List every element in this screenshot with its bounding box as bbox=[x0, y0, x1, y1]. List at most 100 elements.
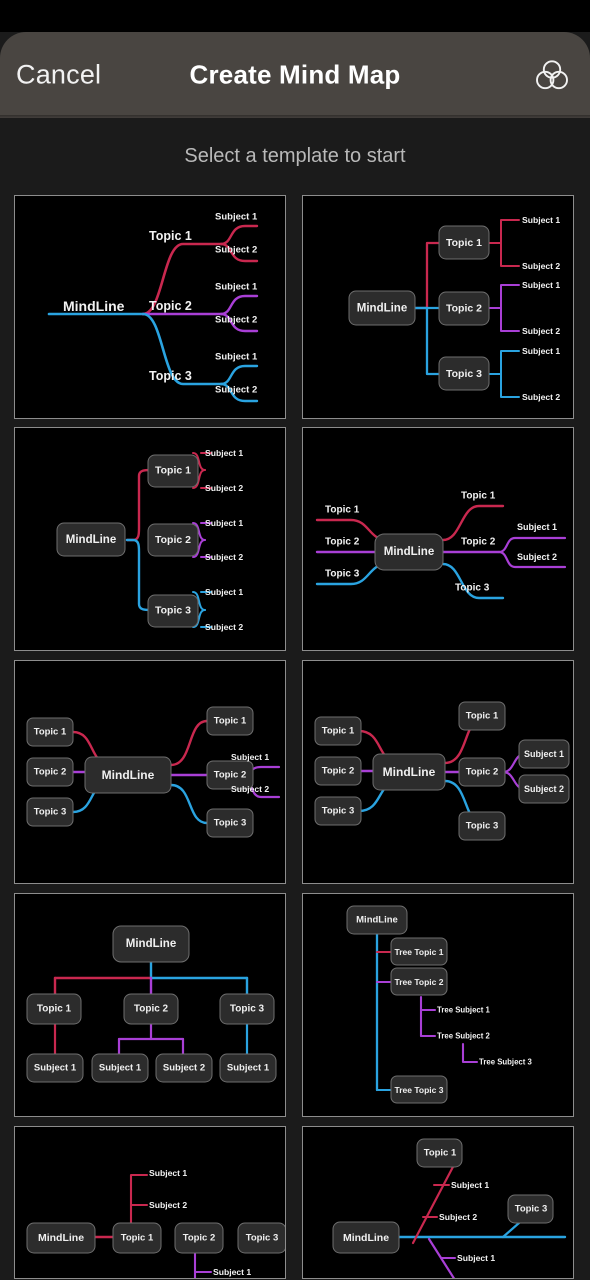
node-label-topic-1-left: Topic 1 bbox=[34, 727, 67, 738]
node-label-subject-1a: Subject 1 bbox=[205, 448, 243, 458]
node-label-topic-2: Topic 2 bbox=[149, 299, 192, 313]
node-label-topic-1-right: Topic 1 bbox=[466, 711, 499, 722]
node-label-topic-3-left: Topic 3 bbox=[322, 806, 355, 817]
node-label-root: MindLine bbox=[126, 938, 176, 950]
node-label-topic-1: Topic 1 bbox=[424, 1148, 457, 1159]
node-label-topic-2-left: Topic 2 bbox=[325, 537, 360, 548]
node-label-subject-1a: Subject 1 bbox=[34, 1063, 77, 1074]
node-label-subject-2c: Subject 2 bbox=[215, 385, 257, 396]
node-label-topic-2: Topic 2 bbox=[134, 1004, 169, 1015]
node-label-subject-2: Subject 2 bbox=[524, 784, 564, 794]
node-label-subject-1b: Subject 1 bbox=[457, 1253, 495, 1263]
node-label-subject-2: Subject 2 bbox=[163, 1063, 205, 1074]
node-label-subject-2b: Subject 2 bbox=[522, 326, 560, 336]
template-card-3[interactable]: MindLine Topic 1 Topic 2 Topic 3 Subject… bbox=[14, 427, 286, 651]
node-label-topic-1: Topic 1 bbox=[149, 229, 192, 243]
template-card-1[interactable]: MindLine Topic 1 Topic 2 Topic 3 Subject… bbox=[14, 195, 286, 419]
node-label-topic-1: Topic 1 bbox=[155, 465, 191, 477]
template-card-10[interactable]: MindLine Topic 1 Topic 3 Subject 1 Subje… bbox=[302, 1126, 574, 1279]
node-label-topic-2-right: Topic 2 bbox=[214, 770, 247, 781]
node-label-subject-2b: Subject 2 bbox=[205, 552, 243, 562]
node-label-subject-2a: Subject 2 bbox=[205, 483, 243, 493]
node-label-subject-2a: Subject 2 bbox=[522, 261, 560, 271]
node-label-subject-2b: Subject 2 bbox=[215, 315, 257, 326]
node-label-subject-1: Subject 1 bbox=[524, 749, 564, 759]
node-label-subject-1b: Subject 1 bbox=[99, 1063, 142, 1074]
template-grid: MindLine Topic 1 Topic 2 Topic 3 Subject… bbox=[0, 194, 590, 1280]
node-label-topic-1: Topic 1 bbox=[37, 1004, 72, 1015]
node-label-topic-2-left: Topic 2 bbox=[322, 766, 355, 777]
node-label-subject-2: Subject 2 bbox=[231, 784, 269, 794]
node-label-topic-1-right: Topic 1 bbox=[214, 716, 247, 727]
node-label-root: MindLine bbox=[383, 765, 436, 779]
node-label-subject-1b: Subject 1 bbox=[215, 282, 258, 293]
node-label-subject-1: Subject 1 bbox=[517, 522, 557, 532]
node-label-topic-3: Topic 3 bbox=[155, 605, 191, 617]
node-label-subject-2: Subject 2 bbox=[439, 1212, 477, 1222]
node-label-subject-2: Subject 2 bbox=[149, 1200, 187, 1210]
node-label-topic-3-right: Topic 3 bbox=[466, 821, 499, 832]
node-label-subject-2: Subject 2 bbox=[517, 552, 557, 562]
node-label-subject-1c: Subject 1 bbox=[215, 352, 258, 363]
node-label-topic-3: Topic 3 bbox=[446, 368, 482, 380]
subtitle-text: Select a template to start bbox=[0, 118, 590, 194]
node-label-topic-3-right: Topic 3 bbox=[214, 818, 247, 829]
node-label-subject-1c: Subject 1 bbox=[227, 1063, 270, 1074]
node-label-topic-3: Topic 3 bbox=[246, 1233, 279, 1244]
node-label-subject-1a: Subject 1 bbox=[522, 215, 560, 225]
node-label-topic-3-left: Topic 3 bbox=[34, 807, 67, 818]
template-card-4[interactable]: MindLine Topic 1 Topic 2 Topic 3 Topic 1… bbox=[302, 427, 574, 651]
node-label-topic-3-right: Topic 3 bbox=[455, 583, 490, 594]
node-label-subject-1b: Subject 1 bbox=[522, 280, 560, 290]
node-label-topic-1-left: Topic 1 bbox=[322, 726, 355, 737]
node-label-topic-2: Topic 2 bbox=[155, 534, 191, 546]
three-overlapping-circles-icon[interactable] bbox=[528, 51, 576, 99]
node-label-subject-1: Subject 1 bbox=[231, 752, 269, 762]
node-label-subject-2a: Subject 2 bbox=[215, 245, 257, 256]
template-card-5[interactable]: Topic 1 Topic 2 Topic 3 MindLine Topic 1… bbox=[14, 660, 286, 884]
node-label-tree-topic-1: Tree Topic 1 bbox=[395, 947, 444, 957]
node-label-topic-3: Topic 3 bbox=[515, 1204, 548, 1215]
node-label-tree-topic-2: Tree Topic 2 bbox=[395, 977, 444, 987]
template-card-9[interactable]: MindLine Topic 1 Topic 2 Topic 3 Subject… bbox=[14, 1126, 286, 1279]
node-label-root: MindLine bbox=[102, 768, 155, 782]
node-label-topic-2: Topic 2 bbox=[183, 1233, 216, 1244]
node-label-subject-1a: Subject 1 bbox=[149, 1168, 187, 1178]
node-label-subject-1a: Subject 1 bbox=[451, 1180, 489, 1190]
node-label-subject-1b: Subject 1 bbox=[213, 1267, 251, 1277]
template-card-6[interactable]: Topic 1 Topic 2 Topic 3 MindLine Topic 1… bbox=[302, 660, 574, 884]
node-label-tree-subject-1: Tree Subject 1 bbox=[437, 1006, 491, 1015]
node-label-topic-3: Topic 3 bbox=[149, 369, 192, 383]
node-label-subject-1c: Subject 1 bbox=[205, 587, 243, 597]
node-label-topic-1-right: Topic 1 bbox=[461, 491, 496, 502]
node-label-root: MindLine bbox=[384, 546, 434, 558]
template-card-2[interactable]: MindLine Topic 1 Topic 2 Topic 3 Subject… bbox=[302, 195, 574, 419]
node-label-tree-subject-3: Tree Subject 3 bbox=[479, 1058, 533, 1067]
navigation-bar: Cancel Create Mind Map bbox=[0, 32, 590, 118]
node-label-subject-1c: Subject 1 bbox=[522, 346, 560, 356]
node-label-subject-1b: Subject 1 bbox=[205, 518, 243, 528]
node-label-topic-2-right: Topic 2 bbox=[461, 537, 496, 548]
node-label-topic-1: Topic 1 bbox=[446, 237, 482, 249]
template-card-7[interactable]: MindLine Topic 1 Topic 2 Topic 3 Subject… bbox=[14, 893, 286, 1117]
node-label-subject-1a: Subject 1 bbox=[215, 212, 258, 223]
node-label-root: MindLine bbox=[356, 915, 398, 926]
node-label-root: MindLine bbox=[66, 534, 116, 546]
node-label-tree-subject-2: Tree Subject 2 bbox=[437, 1032, 491, 1041]
node-label-root: MindLine bbox=[357, 303, 407, 315]
node-label-topic-2: Topic 2 bbox=[446, 303, 482, 315]
node-label-topic-2-right: Topic 2 bbox=[466, 767, 499, 778]
page-title: Create Mind Map bbox=[189, 59, 401, 90]
node-label-root: MindLine bbox=[63, 298, 125, 314]
node-label-topic-1: Topic 1 bbox=[121, 1233, 154, 1244]
node-label-topic-1-left: Topic 1 bbox=[325, 505, 360, 516]
node-label-topic-3-left: Topic 3 bbox=[325, 569, 360, 580]
node-label-tree-topic-3: Tree Topic 3 bbox=[395, 1085, 444, 1095]
node-label-subject-2c: Subject 2 bbox=[522, 392, 560, 402]
node-label-topic-3: Topic 3 bbox=[230, 1004, 265, 1015]
status-bar-strip bbox=[0, 0, 590, 32]
node-label-subject-2c: Subject 2 bbox=[205, 622, 243, 632]
template-card-8[interactable]: MindLine Tree Topic 1 Tree Topic 2 Tree … bbox=[302, 893, 574, 1117]
node-label-root: MindLine bbox=[343, 1232, 389, 1244]
create-mind-map-screen: Cancel Create Mind Map Select a template… bbox=[0, 0, 590, 1280]
